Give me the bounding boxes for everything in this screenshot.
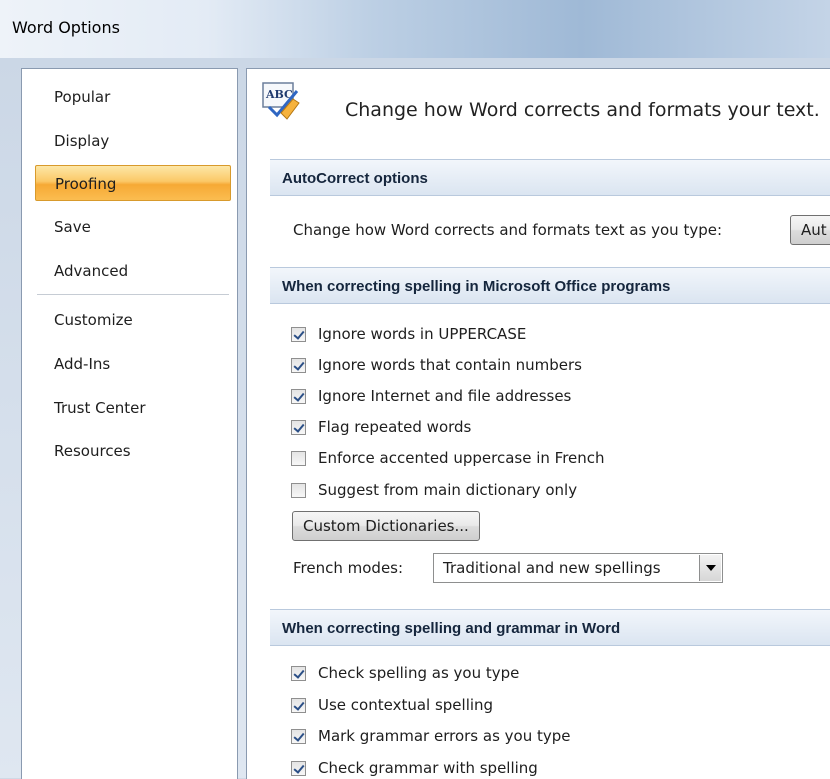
main-panel: ABC Change how Word corrects and formats… bbox=[246, 68, 830, 779]
checkbox-checked[interactable] bbox=[291, 326, 306, 342]
page-title: Change how Word corrects and formats you… bbox=[345, 99, 820, 121]
option-ignore-uppercase[interactable]: Ignore words in UPPERCASE bbox=[291, 323, 526, 345]
option-label: Check grammar with spelling bbox=[318, 759, 538, 777]
checkbox-unchecked[interactable] bbox=[291, 482, 306, 498]
option-flag-repeated[interactable]: Flag repeated words bbox=[291, 416, 471, 438]
checkbox-checked[interactable] bbox=[291, 728, 306, 744]
checkbox-unchecked[interactable] bbox=[291, 450, 306, 466]
sidebar-item-proofing[interactable]: Proofing bbox=[35, 165, 231, 201]
sidebar: Popular Display Proofing Save Advanced C… bbox=[21, 68, 238, 779]
autocorrect-description: Change how Word corrects and formats tex… bbox=[293, 221, 723, 239]
checkbox-checked[interactable] bbox=[291, 697, 306, 713]
sidebar-item-advanced[interactable]: Advanced bbox=[35, 253, 231, 289]
window-title: Word Options bbox=[12, 18, 120, 37]
checkbox-checked[interactable] bbox=[291, 760, 306, 776]
checkbox-checked[interactable] bbox=[291, 357, 306, 373]
option-contextual-spelling[interactable]: Use contextual spelling bbox=[291, 694, 493, 716]
option-main-dictionary[interactable]: Suggest from main dictionary only bbox=[291, 479, 577, 501]
option-label: Use contextual spelling bbox=[318, 696, 494, 714]
french-modes-value: Traditional and new spellings bbox=[443, 559, 661, 577]
sidebar-divider bbox=[37, 294, 229, 295]
option-enforce-french[interactable]: Enforce accented uppercase in French bbox=[291, 447, 605, 469]
option-label: Mark grammar errors as you type bbox=[318, 727, 571, 745]
option-check-spelling[interactable]: Check spelling as you type bbox=[291, 662, 519, 684]
option-check-grammar[interactable]: Check grammar with spelling bbox=[291, 757, 538, 779]
section-autocorrect: AutoCorrect options bbox=[270, 159, 830, 196]
option-ignore-numbers[interactable]: Ignore words that contain numbers bbox=[291, 354, 582, 376]
french-modes-label: French modes: bbox=[293, 559, 404, 577]
sidebar-item-display[interactable]: Display bbox=[35, 123, 231, 159]
section-office-spelling: When correcting spelling in Microsoft Of… bbox=[270, 267, 830, 304]
option-label: Ignore words that contain numbers bbox=[318, 356, 582, 374]
sidebar-item-save[interactable]: Save bbox=[35, 209, 231, 245]
checkbox-checked[interactable] bbox=[291, 665, 306, 681]
abc-proofing-icon: ABC bbox=[262, 82, 300, 120]
option-label: Ignore Internet and file addresses bbox=[318, 387, 572, 405]
sidebar-item-trust-center[interactable]: Trust Center bbox=[35, 390, 231, 426]
french-modes-select[interactable]: Traditional and new spellings bbox=[433, 553, 723, 583]
autocorrect-options-button[interactable]: Aut bbox=[790, 215, 830, 245]
chevron-down-icon[interactable] bbox=[699, 555, 721, 581]
title-bar: Word Options bbox=[0, 0, 830, 59]
sidebar-item-popular[interactable]: Popular bbox=[35, 79, 231, 115]
option-mark-grammar[interactable]: Mark grammar errors as you type bbox=[291, 725, 571, 747]
sidebar-item-add-ins[interactable]: Add-Ins bbox=[35, 346, 231, 382]
option-ignore-internet[interactable]: Ignore Internet and file addresses bbox=[291, 385, 571, 407]
option-label: Check spelling as you type bbox=[318, 664, 520, 682]
option-label: Suggest from main dictionary only bbox=[318, 481, 578, 499]
section-word-spelling: When correcting spelling and grammar in … bbox=[270, 609, 830, 646]
checkbox-checked[interactable] bbox=[291, 388, 306, 404]
checkbox-checked[interactable] bbox=[291, 419, 306, 435]
option-label: Enforce accented uppercase in French bbox=[318, 449, 605, 467]
sidebar-item-customize[interactable]: Customize bbox=[35, 302, 231, 338]
custom-dictionaries-button[interactable]: Custom Dictionaries... bbox=[292, 511, 480, 541]
option-label: Ignore words in UPPERCASE bbox=[318, 325, 527, 343]
sidebar-item-resources[interactable]: Resources bbox=[35, 433, 231, 469]
option-label: Flag repeated words bbox=[318, 418, 472, 436]
